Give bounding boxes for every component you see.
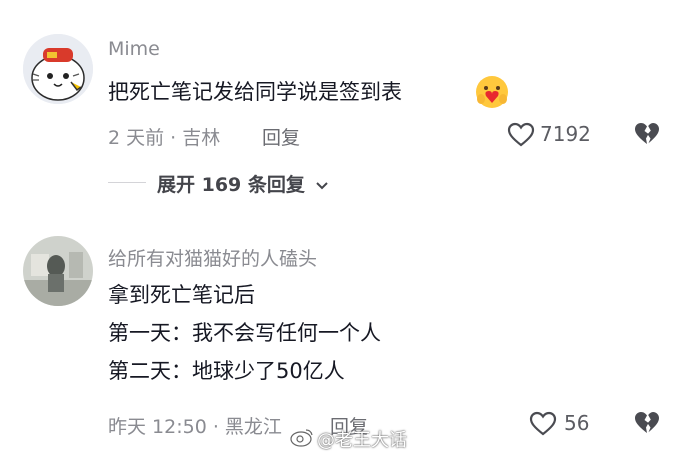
watermark-text: @老王大话 (317, 430, 407, 451)
broken-heart-icon (635, 412, 659, 433)
like-button[interactable]: 7192 (507, 120, 597, 150)
expand-replies-label: 展开 169 条回复 (157, 174, 305, 196)
comment-text-line: 第一天：我不会写任何一个人 (108, 321, 381, 345)
comment-meta: 2 天前 · 吉林 (108, 127, 221, 149)
dislike-button[interactable] (633, 121, 661, 147)
comment-text-line: 第二天：地球少了50亿人 (108, 359, 345, 383)
reply-button[interactable]: 回复 (262, 123, 300, 150)
comment-text-line: 拿到死亡笔记后 (108, 283, 255, 307)
expand-replies-button[interactable]: 展开 169 条回复 (157, 170, 329, 197)
like-count: 56 (564, 411, 590, 435)
cartoon-character-avatar-icon (23, 34, 93, 104)
photo-avatar-icon (23, 236, 93, 306)
comment-meta: 昨天 12:50 · 黑龙江 (108, 416, 282, 438)
heart-outline-icon (529, 411, 557, 436)
heart-hands-emoji-icon (472, 74, 512, 110)
weibo-logo-icon (290, 429, 313, 447)
comment-text: 把死亡笔记发给同学说是签到表 (108, 73, 402, 111)
broken-heart-icon (635, 123, 659, 144)
like-button[interactable]: 56 (529, 409, 599, 439)
like-count: 7192 (540, 122, 591, 146)
avatar[interactable] (23, 236, 93, 306)
comment-text: 拿到死亡笔记后 第一天：我不会写任何一个人 第二天：地球少了50亿人 (108, 276, 528, 390)
comment-text-line: 把死亡笔记发给同学说是签到表 (108, 80, 402, 104)
divider-line (108, 182, 146, 183)
comment-username[interactable]: Mime (108, 38, 160, 60)
comment-username[interactable]: 给所有对猫猫好的人磕头 (108, 244, 317, 271)
heart-outline-icon (507, 122, 535, 147)
dislike-button[interactable] (633, 410, 661, 436)
chevron-down-icon (315, 182, 328, 190)
avatar[interactable] (23, 34, 93, 104)
